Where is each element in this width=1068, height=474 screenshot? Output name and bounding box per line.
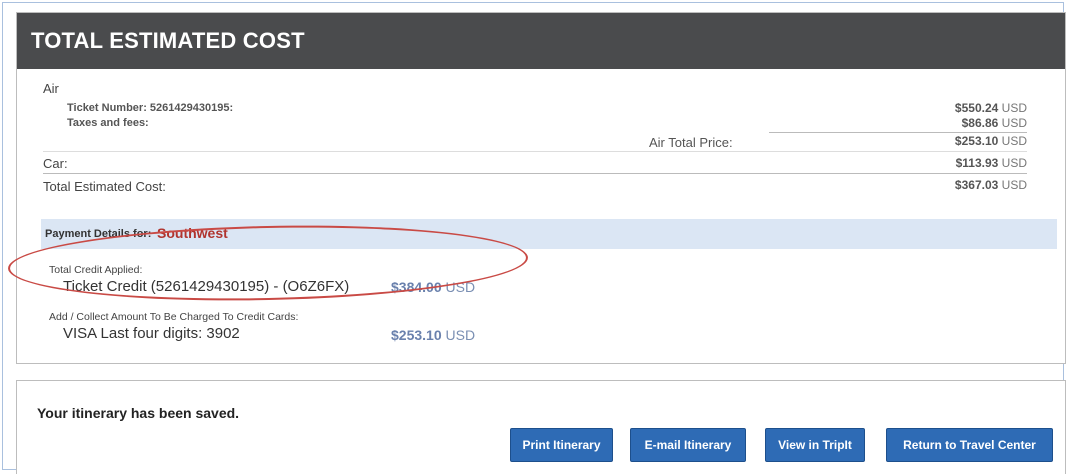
taxes-amount: $86.86 USD bbox=[962, 116, 1027, 130]
print-itinerary-button[interactable]: Print Itinerary bbox=[510, 428, 613, 462]
total-amount-value: $367.03 bbox=[954, 178, 999, 192]
visa-card-label: VISA Last four digits: 3902 bbox=[63, 325, 240, 342]
card-charge-value: $253.10 bbox=[391, 327, 442, 343]
air-section-divider bbox=[43, 151, 1027, 152]
total-divider bbox=[43, 173, 1027, 174]
panel-header: TOTAL ESTIMATED COST bbox=[17, 13, 1065, 69]
total-estimated-cost-label: Total Estimated Cost: bbox=[43, 179, 166, 194]
car-amount: $113.93 USD bbox=[956, 156, 1027, 170]
currency-label: USD bbox=[1001, 156, 1027, 170]
card-charge-amount: $253.10 USD bbox=[391, 327, 475, 343]
currency-label: USD bbox=[445, 327, 476, 343]
panel-title: TOTAL ESTIMATED COST bbox=[31, 28, 305, 53]
ticket-amount: $550.24 USD bbox=[955, 101, 1027, 115]
air-subtotal-divider bbox=[769, 132, 1027, 133]
taxes-amount-value: $86.86 bbox=[961, 116, 999, 130]
air-total-value: $253.10 bbox=[954, 134, 999, 148]
ticket-number-label: Ticket Number: 5261429430195: bbox=[67, 102, 234, 114]
itinerary-saved-panel: Your itinerary has been saved. Print Iti… bbox=[16, 380, 1066, 474]
taxes-fees-label: Taxes and fees: bbox=[67, 117, 149, 129]
air-label: Air bbox=[43, 81, 59, 96]
view-in-tripit-button[interactable]: View in TripIt bbox=[765, 428, 865, 462]
collect-amount-label: Add / Collect Amount To Be Charged To Cr… bbox=[49, 311, 299, 323]
currency-label: USD bbox=[1001, 134, 1027, 148]
total-estimated-cost-amount: $367.03 USD bbox=[955, 178, 1027, 192]
currency-label: USD bbox=[1001, 116, 1027, 130]
car-label: Car: bbox=[43, 156, 68, 171]
air-total-amount: $253.10 USD bbox=[955, 134, 1027, 148]
car-amount-value: $113.93 bbox=[955, 156, 999, 170]
air-total-label: Air Total Price: bbox=[649, 135, 733, 150]
return-to-travel-center-button[interactable]: Return to Travel Center bbox=[886, 428, 1053, 462]
currency-label: USD bbox=[1001, 178, 1027, 192]
email-itinerary-button[interactable]: E-mail Itinerary bbox=[630, 428, 746, 462]
ticket-amount-value: $550.24 bbox=[954, 101, 999, 115]
currency-label: USD bbox=[1001, 101, 1027, 115]
total-estimated-cost-panel: TOTAL ESTIMATED COST Air Ticket Number: … bbox=[16, 12, 1066, 364]
itinerary-saved-message: Your itinerary has been saved. bbox=[37, 405, 240, 421]
